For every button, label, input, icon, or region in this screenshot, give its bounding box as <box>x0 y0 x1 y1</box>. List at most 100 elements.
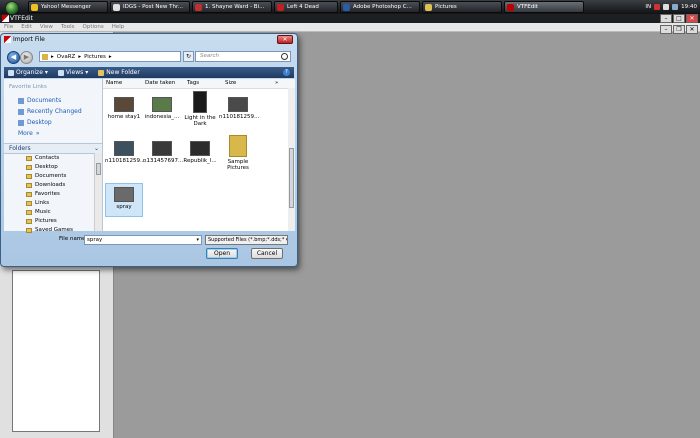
views-button[interactable]: Views ▾ <box>57 69 88 76</box>
scrollbar-thumb[interactable] <box>96 163 101 175</box>
folder-tree-item[interactable]: Contacts <box>26 155 59 161</box>
folder-tree-item[interactable]: Favorites <box>26 191 60 197</box>
file-item[interactable]: indonesia_... <box>143 97 181 120</box>
organize-button[interactable]: Organize ▾ <box>8 69 48 76</box>
favorite-link-recently-changed[interactable]: Recently Changed <box>18 108 82 115</box>
doc-minimize-button[interactable]: – <box>660 25 672 34</box>
folder-tree-item[interactable]: Desktop <box>26 164 58 170</box>
chevron-down-icon: ⌄ <box>93 145 99 152</box>
navigation-scrollbar[interactable] <box>94 153 102 231</box>
open-button[interactable]: Open <box>206 248 238 259</box>
more-columns-icon[interactable]: » <box>275 80 278 86</box>
folder-tree-item[interactable]: Documents <box>26 173 66 179</box>
navigation-pane: Favorite Links Documents Recently Change… <box>4 79 103 233</box>
doc-restore-button[interactable]: ❐ <box>673 25 685 34</box>
taskbar-item-yahoo-messenger[interactable]: Yahoo! Messenger <box>28 1 108 13</box>
filename-input[interactable]: spray ▾ <box>84 235 202 245</box>
yahoo-messenger-icon <box>31 3 38 11</box>
taskbar-item-left4dead[interactable]: Left 4 Dead <box>274 1 338 13</box>
image-thumbnail <box>114 141 134 156</box>
vtfedit-icon <box>507 3 514 11</box>
column-date-taken[interactable]: Date taken <box>145 80 175 86</box>
doc-close-button[interactable]: ✕ <box>686 25 698 34</box>
folder-icon <box>26 200 32 206</box>
file-item[interactable]: Light in the Dark <box>181 91 219 127</box>
new-folder-icon <box>98 69 105 76</box>
folder-item[interactable]: Sample Pictures <box>219 135 257 171</box>
file-list-scrollbar[interactable] <box>288 88 295 231</box>
more-links-button[interactable]: More » <box>18 130 40 137</box>
minimize-button[interactable]: – <box>660 14 672 23</box>
breadcrumb-pictures[interactable]: Pictures <box>84 54 106 60</box>
close-button[interactable]: ✕ <box>686 14 698 23</box>
new-folder-button[interactable]: New Folder <box>98 69 140 76</box>
clock[interactable]: 19:40 <box>681 4 697 10</box>
taskbar-item-media-player[interactable]: 1. Shayne Ward - Bi... <box>192 1 272 13</box>
volume-icon[interactable] <box>672 4 679 10</box>
address-bar[interactable]: ▸ OvaRZ ▸ Pictures ▸ <box>39 51 181 62</box>
taskbar-item-pictures[interactable]: Pictures <box>422 1 502 13</box>
folder-tree-item[interactable]: Saved Games <box>26 227 73 233</box>
file-item[interactable]: n131457697... <box>143 141 183 164</box>
folder-tree-item[interactable]: Links <box>26 200 49 206</box>
views-icon <box>57 69 64 76</box>
forward-button[interactable]: ▶ <box>20 51 33 64</box>
search-input[interactable]: Search <box>195 51 291 62</box>
column-tags[interactable]: Tags <box>187 80 199 86</box>
network-icon[interactable] <box>663 4 670 10</box>
menu-edit[interactable]: Edit <box>21 23 32 31</box>
favorite-link-desktop[interactable]: Desktop <box>18 119 52 126</box>
filetype-select[interactable]: Supported Files (*.bmp;*.dds;* ▾ <box>205 235 288 245</box>
menu-view[interactable]: View <box>40 23 53 31</box>
scrollbar-thumb[interactable] <box>289 148 294 208</box>
menu-help[interactable]: Help <box>112 23 125 31</box>
file-item[interactable]: home stay1 <box>105 97 143 120</box>
folder-icon <box>26 182 32 188</box>
search-placeholder: Search <box>200 53 220 59</box>
folder-icon <box>26 209 32 215</box>
column-headers: Name Date taken Tags Size » <box>103 79 295 89</box>
cancel-button[interactable]: Cancel <box>251 248 283 259</box>
back-button[interactable]: ◀ <box>7 51 20 64</box>
side-list[interactable] <box>12 270 100 432</box>
start-button[interactable] <box>2 0 22 15</box>
taskbar-item-photoshop[interactable]: Adobe Photoshop C... <box>340 1 420 13</box>
folder-icon <box>26 218 32 224</box>
folders-toggle[interactable]: Folders ⌄ <box>4 143 102 154</box>
image-thumbnail <box>190 141 210 156</box>
search-icon <box>281 53 288 60</box>
folders-label: Folders <box>9 145 31 152</box>
image-thumbnail <box>114 97 134 112</box>
menu-options[interactable]: Options <box>83 23 104 31</box>
file-item-selected[interactable]: spray <box>105 183 143 217</box>
file-item[interactable]: Republik_l... <box>181 141 219 164</box>
menu-tools[interactable]: Tools <box>61 23 75 31</box>
folder-icon <box>26 155 32 161</box>
folder-tree-item[interactable]: Pictures <box>26 218 57 224</box>
column-name[interactable]: Name <box>106 80 122 86</box>
favorite-link-documents[interactable]: Documents <box>18 97 61 104</box>
file-item[interactable]: n110181259... <box>219 97 259 120</box>
refresh-button[interactable]: ↻ <box>183 51 194 62</box>
maximize-button[interactable]: □ <box>673 14 685 23</box>
tray-app-icon[interactable] <box>654 4 661 10</box>
file-item[interactable]: n110181259... <box>105 141 145 164</box>
menu-file[interactable]: File <box>4 23 13 31</box>
language-indicator[interactable]: IN <box>645 4 651 10</box>
import-file-dialog: Import File ✕ ◀ ▶ ▸ OvaRZ ▸ Pictures ▸ ↻… <box>0 33 298 267</box>
dialog-close-button[interactable]: ✕ <box>277 35 293 44</box>
taskbar-item-vtfedit[interactable]: VTFEdit <box>504 1 584 13</box>
image-thumbnail <box>228 97 248 112</box>
window-controls: – □ ✕ <box>660 14 698 23</box>
folder-tree-item[interactable]: Downloads <box>26 182 65 188</box>
image-thumbnail <box>152 97 172 112</box>
vtfedit-icon <box>4 36 11 43</box>
help-icon[interactable]: ? <box>283 69 290 76</box>
image-thumbnail <box>152 141 172 156</box>
taskbar-item-browser[interactable]: IDGS - Post New Thr... <box>110 1 190 13</box>
column-size[interactable]: Size <box>225 80 236 86</box>
breadcrumb-ovarz[interactable]: OvaRZ <box>57 54 76 60</box>
folder-tree-item[interactable]: Music <box>26 209 51 215</box>
folder-icon <box>42 53 48 60</box>
chevron-down-icon[interactable]: ▾ <box>196 236 199 244</box>
